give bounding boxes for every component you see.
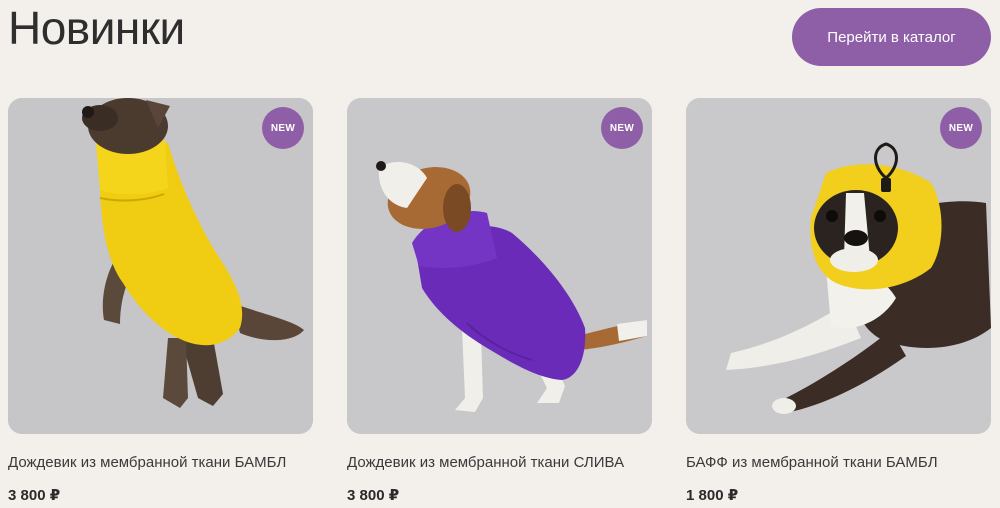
product-price: 1 800 ₽: [686, 487, 739, 504]
product-name[interactable]: Дождевик из мембранной ткани СЛИВА: [347, 454, 652, 472]
product-image[interactable]: NEW: [347, 98, 652, 434]
new-badge: NEW: [262, 107, 304, 149]
product-card[interactable]: NEW Дождевик из мембранной ткани СЛИВА 3…: [347, 98, 652, 504]
new-badge: NEW: [940, 107, 982, 149]
product-price: 3 800 ₽: [8, 487, 61, 504]
product-name[interactable]: Дождевик из мембранной ткани БАМБЛ: [8, 454, 313, 472]
new-badge: NEW: [601, 107, 643, 149]
product-price: 3 800 ₽: [347, 487, 400, 504]
product-image[interactable]: NEW: [686, 98, 991, 434]
product-name[interactable]: БАФФ из мембранной ткани БАМБЛ: [686, 454, 991, 472]
go-to-catalog-button[interactable]: Перейти в каталог: [792, 8, 991, 66]
page-title: Новинки: [8, 2, 185, 54]
product-card[interactable]: NEW Дождевик из мембранной ткани БАМБЛ 3…: [8, 98, 313, 504]
product-card[interactable]: NEW БАФФ из мембранной ткани БАМБЛ 1 800…: [686, 98, 991, 504]
product-image[interactable]: NEW: [8, 98, 313, 434]
